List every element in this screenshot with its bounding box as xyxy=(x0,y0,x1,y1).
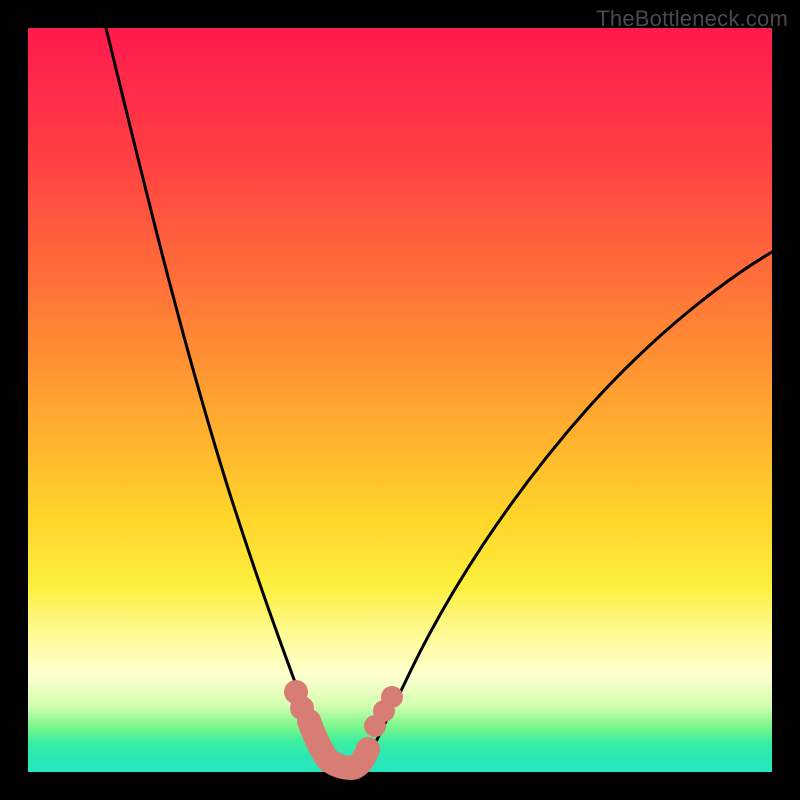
curve-right-branch xyxy=(364,252,772,765)
curve-left-branch xyxy=(106,28,328,765)
valley-sausage xyxy=(309,721,368,768)
curve-layer xyxy=(28,28,772,772)
marker-dot xyxy=(381,686,403,708)
outer-frame: TheBottleneck.com xyxy=(0,0,800,800)
plot-area xyxy=(28,28,772,772)
marker-dot xyxy=(290,696,314,720)
